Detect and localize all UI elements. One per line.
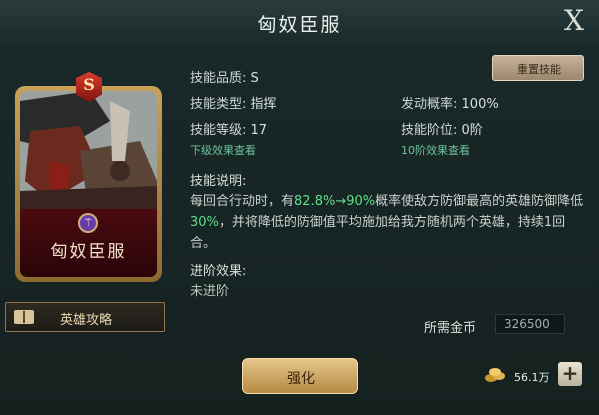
skill-window: 匈奴臣服 X ⚚ 匈奴臣服 S 英雄攻略 重置技能 技能品质: S 技能类型: … bbox=[0, 0, 599, 415]
description-text: 每回合行动时，有82.8%→90%概率使敌方防御最高的英雄防御降低 30%，并将降… bbox=[190, 191, 585, 254]
card-art-image bbox=[20, 91, 157, 221]
hero-guide-label: 英雄攻略 bbox=[59, 313, 112, 328]
gold-cost-label: 所需金币 bbox=[424, 321, 477, 336]
skill-type-value: 指挥 bbox=[250, 97, 277, 112]
upgrade-button[interactable]: 强化 bbox=[242, 358, 358, 394]
window-title: 匈奴臣服 bbox=[257, 14, 342, 36]
skill-level-label: 技能等级: bbox=[190, 123, 247, 138]
close-icon[interactable]: X bbox=[557, 4, 591, 38]
description-part1: 每回合行动时，有 bbox=[190, 194, 295, 209]
gold-coin-icon bbox=[485, 368, 505, 382]
skill-quality-value: S bbox=[250, 71, 259, 86]
card-name: 匈奴臣服 bbox=[50, 242, 127, 262]
skill-level-row: 技能等级: 17 bbox=[190, 119, 267, 138]
trigger-rate-value: 100% bbox=[461, 97, 499, 112]
tenth-effect-link[interactable]: 10阶效果查看 bbox=[401, 142, 470, 158]
trigger-rate-label: 发动概率: bbox=[401, 97, 458, 112]
skill-stage-row: 技能阶位: 0阶 bbox=[401, 119, 483, 138]
skill-quality-label: 技能品质: bbox=[190, 71, 247, 86]
value-to: 90% bbox=[346, 194, 376, 209]
value-reduce: 30% bbox=[190, 215, 219, 230]
gold-amount: 56.1万 bbox=[514, 371, 550, 384]
advance-value: 未进阶 bbox=[190, 284, 230, 299]
skill-quality-row: 技能品质: S bbox=[190, 67, 259, 86]
gold-cost-value: 326500 bbox=[495, 314, 565, 334]
description-part2: 概率使敌方防御最高的英雄防御降低 bbox=[375, 194, 584, 209]
skill-type-label: 技能类型: bbox=[190, 97, 247, 112]
skill-stage-value: 0阶 bbox=[461, 123, 483, 138]
value-from: 82.8% bbox=[294, 194, 336, 209]
grade-letter: S bbox=[83, 75, 95, 94]
lower-effect-link[interactable]: 下级效果查看 bbox=[190, 142, 256, 158]
upgrade-label: 强化 bbox=[287, 371, 315, 387]
card-emblem-icon: ⚚ bbox=[78, 213, 98, 233]
description-part3: ，并将降低的防御值平均施加给我方随机两个英雄，持续1回合。 bbox=[190, 215, 566, 251]
trigger-rate-row: 发动概率: 100% bbox=[401, 93, 499, 112]
skill-type-row: 技能类型: 指挥 bbox=[190, 93, 277, 112]
skill-stage-label: 技能阶位: bbox=[401, 123, 458, 138]
hero-guide-button[interactable]: 英雄攻略 bbox=[5, 302, 165, 332]
arrow-icon: → bbox=[335, 194, 347, 209]
card-art-frame: ⚚ 匈奴臣服 bbox=[20, 91, 157, 277]
description-heading: 技能说明: bbox=[190, 174, 247, 189]
title-bar: 匈奴臣服 X bbox=[0, 0, 599, 47]
advance-heading: 进阶效果: bbox=[190, 264, 247, 279]
skill-card: ⚚ 匈奴臣服 bbox=[15, 86, 162, 282]
reset-skill-label: 重置技能 bbox=[517, 63, 561, 76]
skill-level-value: 17 bbox=[250, 123, 268, 138]
add-gold-button[interactable]: + bbox=[558, 362, 582, 386]
reset-skill-button[interactable]: 重置技能 bbox=[492, 55, 584, 81]
